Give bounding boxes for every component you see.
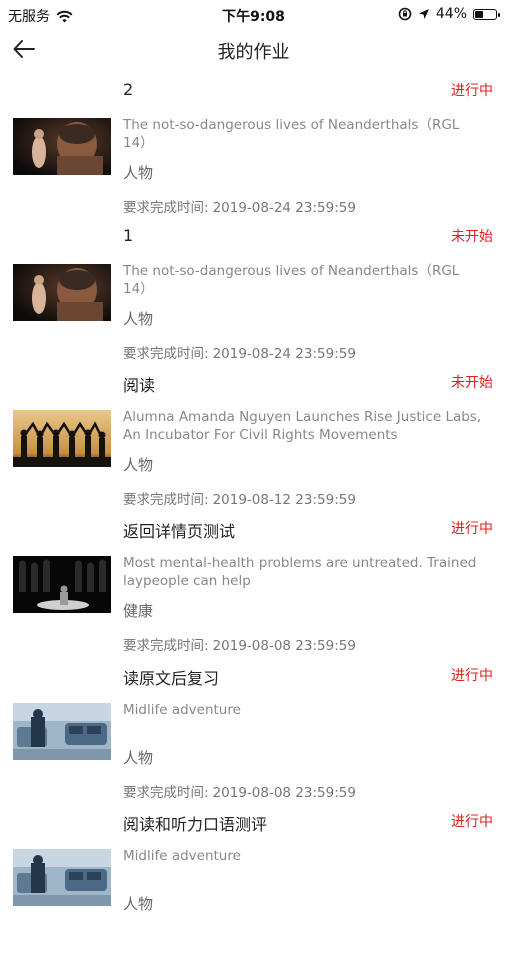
deadline-value: 2019-08-24 23:59:59 bbox=[212, 346, 356, 362]
deadline-value: 2019-08-12 23:59:59 bbox=[212, 492, 356, 508]
assignment-description: Midlife adventure bbox=[123, 848, 241, 864]
assignment-deadline: 要求完成时间: 2019-08-08 23:59:59 bbox=[123, 781, 356, 801]
assignment-category: 人物 bbox=[123, 310, 154, 328]
status-badge: 进行中 bbox=[451, 83, 493, 99]
status-badge: 未开始 bbox=[451, 229, 493, 245]
deadline-label: 要求完成时间: bbox=[123, 200, 209, 216]
thumbnail-crowd bbox=[13, 556, 111, 613]
assignment-item[interactable]: 返回详情页测试 进行中 Most mental-health problems … bbox=[0, 514, 507, 660]
orientation-lock-icon bbox=[398, 7, 412, 21]
status-right: 44% bbox=[398, 6, 500, 22]
deadline-label: 要求完成时间: bbox=[123, 492, 209, 508]
status-badge: 进行中 bbox=[451, 521, 493, 537]
deadline-value: 2019-08-08 23:59:59 bbox=[212, 638, 356, 654]
nav-bar: 我的作业 bbox=[0, 28, 507, 72]
assignment-item[interactable]: 1 未开始 The not-so-dangerous lives of Nean… bbox=[0, 222, 507, 368]
assignment-description: Midlife adventure bbox=[123, 702, 241, 718]
status-badge: 进行中 bbox=[451, 668, 493, 684]
thumbnail-neanderthal bbox=[13, 264, 111, 321]
thumbnail-silhouettes bbox=[13, 410, 111, 467]
deadline-value: 2019-08-08 23:59:59 bbox=[212, 785, 356, 801]
assignment-description: The not-so-dangerous lives of Neandertha… bbox=[123, 263, 460, 297]
assignment-item[interactable]: 阅读和听力口语测评 进行中 Midlife adventure 人物 bbox=[0, 807, 507, 953]
page-title: 我的作业 bbox=[217, 42, 290, 63]
thumbnail-neanderthal bbox=[13, 118, 111, 175]
assignment-title: 1 bbox=[123, 226, 134, 245]
assignment-category: 人物 bbox=[123, 895, 154, 913]
thumbnail-street bbox=[13, 849, 111, 906]
thumbnail-street bbox=[13, 703, 111, 760]
assignment-deadline: 要求完成时间: 2019-08-12 23:59:59 bbox=[123, 488, 356, 508]
battery-percent: 44% bbox=[435, 6, 467, 22]
status-bar: 无服务 下午9:08 44% bbox=[0, 0, 507, 28]
battery-fill bbox=[475, 10, 483, 18]
assignment-category: 人物 bbox=[123, 164, 154, 182]
battery-icon bbox=[473, 8, 500, 20]
assignment-item[interactable]: 读原文后复习 进行中 Midlife adventure 人物 要求完成时间: 2… bbox=[0, 661, 507, 807]
assignment-description: The not-so-dangerous lives of Neandertha… bbox=[123, 117, 460, 151]
assignment-description: Alumna Amanda Nguyen Launches Rise Justi… bbox=[123, 409, 482, 443]
assignment-list: 2 进行中 The not-so-dangerous lives of Nean… bbox=[0, 76, 507, 913]
assignment-title: 2 bbox=[123, 80, 134, 99]
location-arrow-icon bbox=[418, 9, 429, 19]
assignment-category: 健康 bbox=[123, 602, 154, 620]
assignment-deadline: 要求完成时间: 2019-08-24 23:59:59 bbox=[123, 342, 356, 362]
status-badge: 未开始 bbox=[451, 375, 493, 391]
deadline-label: 要求完成时间: bbox=[123, 785, 209, 801]
deadline-label: 要求完成时间: bbox=[123, 346, 209, 362]
deadline-value: 2019-08-24 23:59:59 bbox=[212, 200, 356, 216]
assignment-deadline: 要求完成时间: 2019-08-08 23:59:59 bbox=[123, 634, 356, 654]
assignment-item[interactable]: 2 进行中 The not-so-dangerous lives of Nean… bbox=[0, 76, 507, 222]
assignment-deadline: 要求完成时间: 2019-08-24 23:59:59 bbox=[123, 196, 356, 216]
assignment-description: Most mental-health problems are untreate… bbox=[123, 555, 477, 589]
assignment-item[interactable]: 阅读 未开始 Alumna Amanda Nguyen Launches Ris… bbox=[0, 368, 507, 514]
assignment-category: 人物 bbox=[123, 749, 154, 767]
assignment-title: 阅读和听力口语测评 bbox=[123, 815, 268, 834]
assignment-title: 读原文后复习 bbox=[123, 669, 220, 688]
status-badge: 进行中 bbox=[451, 814, 493, 830]
assignment-title: 返回详情页测试 bbox=[123, 522, 236, 541]
assignment-title: 阅读 bbox=[123, 376, 156, 395]
assignment-category: 人物 bbox=[123, 456, 154, 474]
deadline-label: 要求完成时间: bbox=[123, 638, 209, 654]
